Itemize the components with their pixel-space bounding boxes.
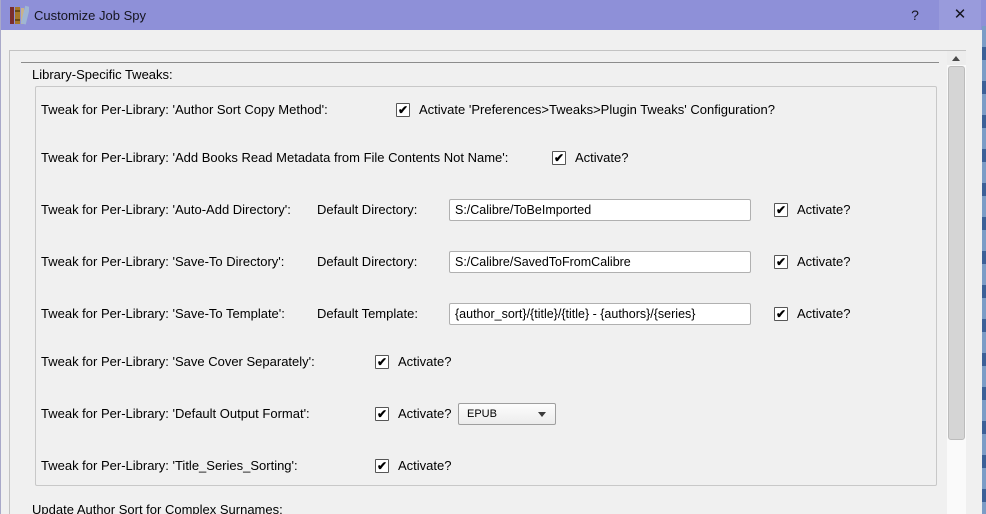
tweak-label: Tweak for Per-Library: 'Add Books Read M… — [41, 150, 509, 165]
chevron-down-icon — [538, 412, 546, 417]
update-author-sort-header: Update Author Sort for Complex Surnames: — [32, 502, 283, 514]
tweak-row-save-cover-separately: Tweak for Per-Library: 'Save Cover Separ… — [1, 351, 961, 373]
tweak-row-author-sort-copy-method: Tweak for Per-Library: 'Author Sort Copy… — [1, 99, 961, 121]
background-window-edge — [982, 26, 986, 514]
activate-checkbox-label[interactable]: Activate? — [398, 455, 451, 477]
close-button[interactable]: ✕ — [939, 0, 981, 30]
titlebar[interactable]: Customize Job Spy ? ✕ — [1, 0, 986, 30]
activate-checkbox[interactable]: ✔ — [396, 103, 410, 117]
activate-checkbox[interactable]: ✔ — [375, 355, 389, 369]
tweak-label: Tweak for Per-Library: 'Default Output F… — [41, 406, 310, 421]
default-directory-label: Default Directory: — [317, 254, 418, 269]
activate-checkbox-label[interactable]: Activate 'Preferences>Tweaks>Plugin Twea… — [419, 99, 775, 121]
save-to-template-input[interactable] — [449, 303, 751, 325]
activate-checkbox-label[interactable]: Activate? — [575, 147, 628, 169]
help-button[interactable]: ? — [897, 0, 933, 30]
activate-checkbox[interactable]: ✔ — [375, 407, 389, 421]
tweak-row-default-output-format: Tweak for Per-Library: 'Default Output F… — [1, 403, 961, 425]
tweak-label: Tweak for Per-Library: 'Save-To Template… — [41, 306, 285, 321]
tweak-label: Tweak for Per-Library: 'Save-To Director… — [41, 254, 285, 269]
default-directory-label: Default Directory: — [317, 202, 418, 217]
activate-checkbox-label[interactable]: Activate? — [797, 303, 850, 325]
customize-job-spy-dialog: Customize Job Spy ? ✕ Library-Specific T… — [0, 0, 986, 514]
tweak-row-add-books-read-metadata: Tweak for Per-Library: 'Add Books Read M… — [1, 147, 961, 169]
books-icon — [10, 5, 29, 25]
tweak-label: Tweak for Per-Library: 'Save Cover Separ… — [41, 354, 315, 369]
tweak-label: Tweak for Per-Library: 'Title_Series_Sor… — [41, 458, 298, 473]
activate-checkbox[interactable]: ✔ — [552, 151, 566, 165]
tweak-row-save-to-directory: Tweak for Per-Library: 'Save-To Director… — [1, 251, 961, 273]
output-format-dropdown[interactable]: EPUB — [458, 403, 556, 425]
output-format-value: EPUB — [467, 408, 497, 420]
tweak-row-save-to-template: Tweak for Per-Library: 'Save-To Template… — [1, 303, 961, 325]
library-tweaks-groupbox — [35, 86, 937, 486]
activate-checkbox-label[interactable]: Activate? — [797, 199, 850, 221]
activate-checkbox-label[interactable]: Activate? — [797, 251, 850, 273]
section-separator — [21, 62, 939, 63]
tweak-row-auto-add-directory: Tweak for Per-Library: 'Auto-Add Directo… — [1, 199, 961, 221]
activate-checkbox[interactable]: ✔ — [774, 203, 788, 217]
activate-checkbox[interactable]: ✔ — [774, 255, 788, 269]
activate-checkbox-label[interactable]: Activate? — [398, 403, 451, 425]
scrollbar-up-button[interactable] — [947, 51, 966, 65]
scrollbar-thumb[interactable] — [948, 66, 965, 440]
library-tweaks-header: Library-Specific Tweaks: — [32, 67, 173, 82]
save-to-directory-input[interactable] — [449, 251, 751, 273]
tweak-label: Tweak for Per-Library: 'Author Sort Copy… — [41, 102, 328, 117]
default-template-label: Default Template: — [317, 306, 418, 321]
triangle-up-icon — [952, 56, 960, 61]
tweak-row-title-series-sorting: Tweak for Per-Library: 'Title_Series_Sor… — [1, 455, 961, 477]
activate-checkbox[interactable]: ✔ — [375, 459, 389, 473]
activate-checkbox-label[interactable]: Activate? — [398, 351, 451, 373]
activate-checkbox[interactable]: ✔ — [774, 307, 788, 321]
auto-add-directory-input[interactable] — [449, 199, 751, 221]
window-title: Customize Job Spy — [34, 8, 146, 23]
tweak-label: Tweak for Per-Library: 'Auto-Add Directo… — [41, 202, 291, 217]
